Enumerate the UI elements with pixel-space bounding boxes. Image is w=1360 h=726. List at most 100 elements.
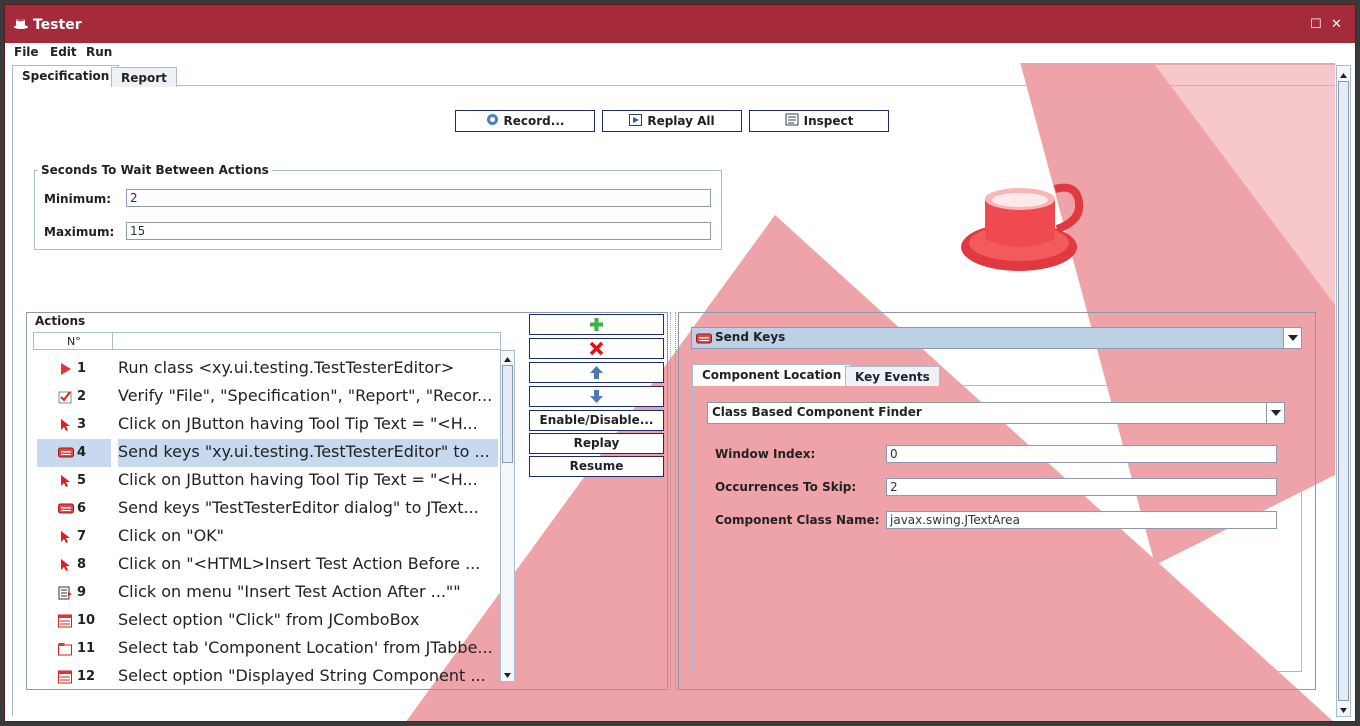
finder-combo[interactable]: Class Based Component Finder	[707, 402, 1285, 424]
tab-specification[interactable]: Specification	[12, 65, 120, 87]
actions-title: Actions	[35, 314, 86, 328]
move-up-button[interactable]	[529, 362, 664, 383]
verify-check-icon	[58, 390, 72, 404]
add-action-button[interactable]	[529, 314, 664, 335]
action-row[interactable]: 10 Select option "Click" from JComboBox	[37, 607, 501, 635]
action-row[interactable]: 5 Click on JButton having Tool Tip Text =…	[37, 467, 501, 495]
tab-key-events[interactable]: Key Events	[845, 366, 940, 386]
scroll-up-icon[interactable]	[503, 353, 512, 362]
action-number-cell[interactable]: 12	[37, 663, 111, 689]
action-number-cell[interactable]: 7	[37, 523, 111, 551]
combo-box-icon	[58, 670, 72, 684]
move-down-button[interactable]	[529, 386, 664, 407]
occurrences-field[interactable]: 2	[886, 478, 1277, 496]
action-description[interactable]: Verify "File", "Specification", "Report"…	[118, 386, 498, 405]
actions-scroll-thumb[interactable]	[502, 365, 513, 463]
action-description[interactable]: Send keys "xy.ui.testing.TestTesterEdito…	[118, 439, 498, 467]
action-description[interactable]: Click on menu "Insert Test Action After …	[118, 582, 498, 601]
action-row[interactable]: 2 Verify "File", "Specification", "Report…	[37, 383, 501, 411]
menu-edit[interactable]: Edit	[50, 45, 77, 59]
scroll-up-icon[interactable]	[1339, 69, 1348, 78]
scroll-down-icon[interactable]	[1339, 704, 1348, 713]
action-number-cell[interactable]: 6	[37, 495, 111, 523]
action-number-cell[interactable]: 2	[37, 383, 111, 411]
action-row[interactable]: 1 Run class <xy.ui.testing.TestTesterEdit…	[37, 355, 501, 383]
actions-scrollbar[interactable]	[500, 350, 515, 682]
action-description[interactable]: Run class <xy.ui.testing.TestTesterEdito…	[118, 358, 498, 377]
action-description[interactable]: Click on "<HTML>Insert Test Action Befor…	[118, 554, 498, 573]
menu-run[interactable]: Run	[86, 45, 112, 59]
wait-group-title: Seconds To Wait Between Actions	[38, 163, 272, 177]
minimum-field[interactable]: 2	[126, 189, 711, 207]
content-border-left	[12, 86, 13, 716]
occurrences-label: Occurrences To Skip:	[715, 480, 857, 494]
class-name-label: Component Class Name:	[715, 513, 880, 527]
action-description[interactable]: Click on "OK"	[118, 526, 498, 545]
action-row[interactable]: 4 Send keys "xy.ui.testing.TestTesterEdit…	[37, 439, 501, 467]
arrow-up-icon	[590, 366, 603, 379]
chevron-down-icon[interactable]	[1266, 403, 1284, 423]
header-divider	[112, 333, 113, 349]
plus-icon	[590, 318, 603, 331]
close-icon[interactable]: ✕	[1331, 17, 1342, 32]
actions-list: 1 Run class <xy.ui.testing.TestTesterEdit…	[37, 355, 501, 689]
menu-file[interactable]: File	[14, 45, 39, 59]
tab-component-location[interactable]: Component Location	[692, 364, 852, 386]
record-button[interactable]: Record...	[455, 110, 595, 132]
action-number-cell[interactable]: 1	[37, 355, 111, 383]
action-row[interactable]: 9 Click on menu "Insert Test Action After…	[37, 579, 501, 607]
chevron-down-icon[interactable]	[1283, 328, 1301, 348]
class-name-field[interactable]: javax.swing.JTextArea	[886, 511, 1277, 529]
maximize-icon[interactable]: ☐	[1310, 17, 1322, 32]
minimum-label: Minimum:	[44, 192, 112, 206]
main-scroll-thumb[interactable]	[1338, 81, 1349, 701]
replay-all-button[interactable]: Replay All	[602, 110, 742, 132]
tester-cup-logo	[961, 183, 1084, 271]
action-row[interactable]: 6 Send keys "TestTesterEditor dialog" to …	[37, 495, 501, 523]
action-row[interactable]: 12 Select option "Displayed String Compon…	[37, 663, 501, 689]
action-number-cell[interactable]: 11	[37, 635, 111, 663]
main-scrollbar[interactable]	[1336, 65, 1351, 717]
action-row[interactable]: 7 Click on "OK"	[37, 523, 501, 551]
action-number: 10	[77, 613, 96, 628]
combo-box-icon	[58, 614, 72, 628]
action-description[interactable]: Send keys "TestTesterEditor dialog" to J…	[118, 498, 498, 517]
action-description[interactable]: Select tab 'Component Location' from JTa…	[118, 638, 498, 657]
action-number: 5	[77, 473, 87, 488]
action-number-cell[interactable]: 5	[37, 467, 111, 495]
scroll-down-icon[interactable]	[503, 669, 512, 678]
action-number: 2	[77, 389, 87, 404]
red-x-icon	[589, 341, 604, 356]
action-description[interactable]: Select option "Click" from JComboBox	[118, 610, 498, 629]
window-title: Tester	[33, 17, 82, 33]
resume-button[interactable]: Resume	[529, 456, 664, 477]
action-number: 1	[77, 361, 87, 376]
keyboard-icon	[696, 333, 712, 343]
action-description[interactable]: Click on JButton having Tool Tip Text = …	[118, 470, 498, 489]
action-number: 7	[77, 529, 87, 544]
action-description[interactable]: Click on JButton having Tool Tip Text = …	[118, 414, 498, 433]
window-index-field[interactable]: 0	[886, 445, 1277, 463]
enable-disable-button[interactable]: Enable/Disable...	[529, 410, 664, 431]
action-row[interactable]: 11 Select tab 'Component Location' from J…	[37, 635, 501, 663]
tab-report[interactable]: Report	[111, 67, 177, 87]
title-bar: Tester ☐ ✕	[5, 5, 1355, 43]
maximum-field[interactable]: 15	[126, 222, 711, 240]
action-type-combo[interactable]: Send Keys	[691, 327, 1302, 349]
replay-button[interactable]: Replay	[529, 433, 664, 454]
action-number-cell[interactable]: 3	[37, 411, 111, 439]
inspect-button[interactable]: Inspect	[749, 110, 889, 132]
action-number-cell[interactable]: 8	[37, 551, 111, 579]
keyboard-icon	[58, 446, 74, 460]
action-row[interactable]: 8 Click on "<HTML>Insert Test Action Befo…	[37, 551, 501, 579]
action-description[interactable]: Select option "Displayed String Componen…	[118, 666, 498, 685]
action-number-cell[interactable]: 4	[37, 439, 111, 467]
splitter-handle[interactable]	[670, 312, 676, 690]
action-number-cell[interactable]: 9	[37, 579, 111, 607]
column-number-header[interactable]: N°	[67, 335, 81, 348]
action-row[interactable]: 3 Click on JButton having Tool Tip Text =…	[37, 411, 501, 439]
keyboard-icon	[58, 502, 74, 516]
menu-icon	[58, 586, 72, 600]
action-number-cell[interactable]: 10	[37, 607, 111, 635]
remove-action-button[interactable]	[529, 338, 664, 359]
